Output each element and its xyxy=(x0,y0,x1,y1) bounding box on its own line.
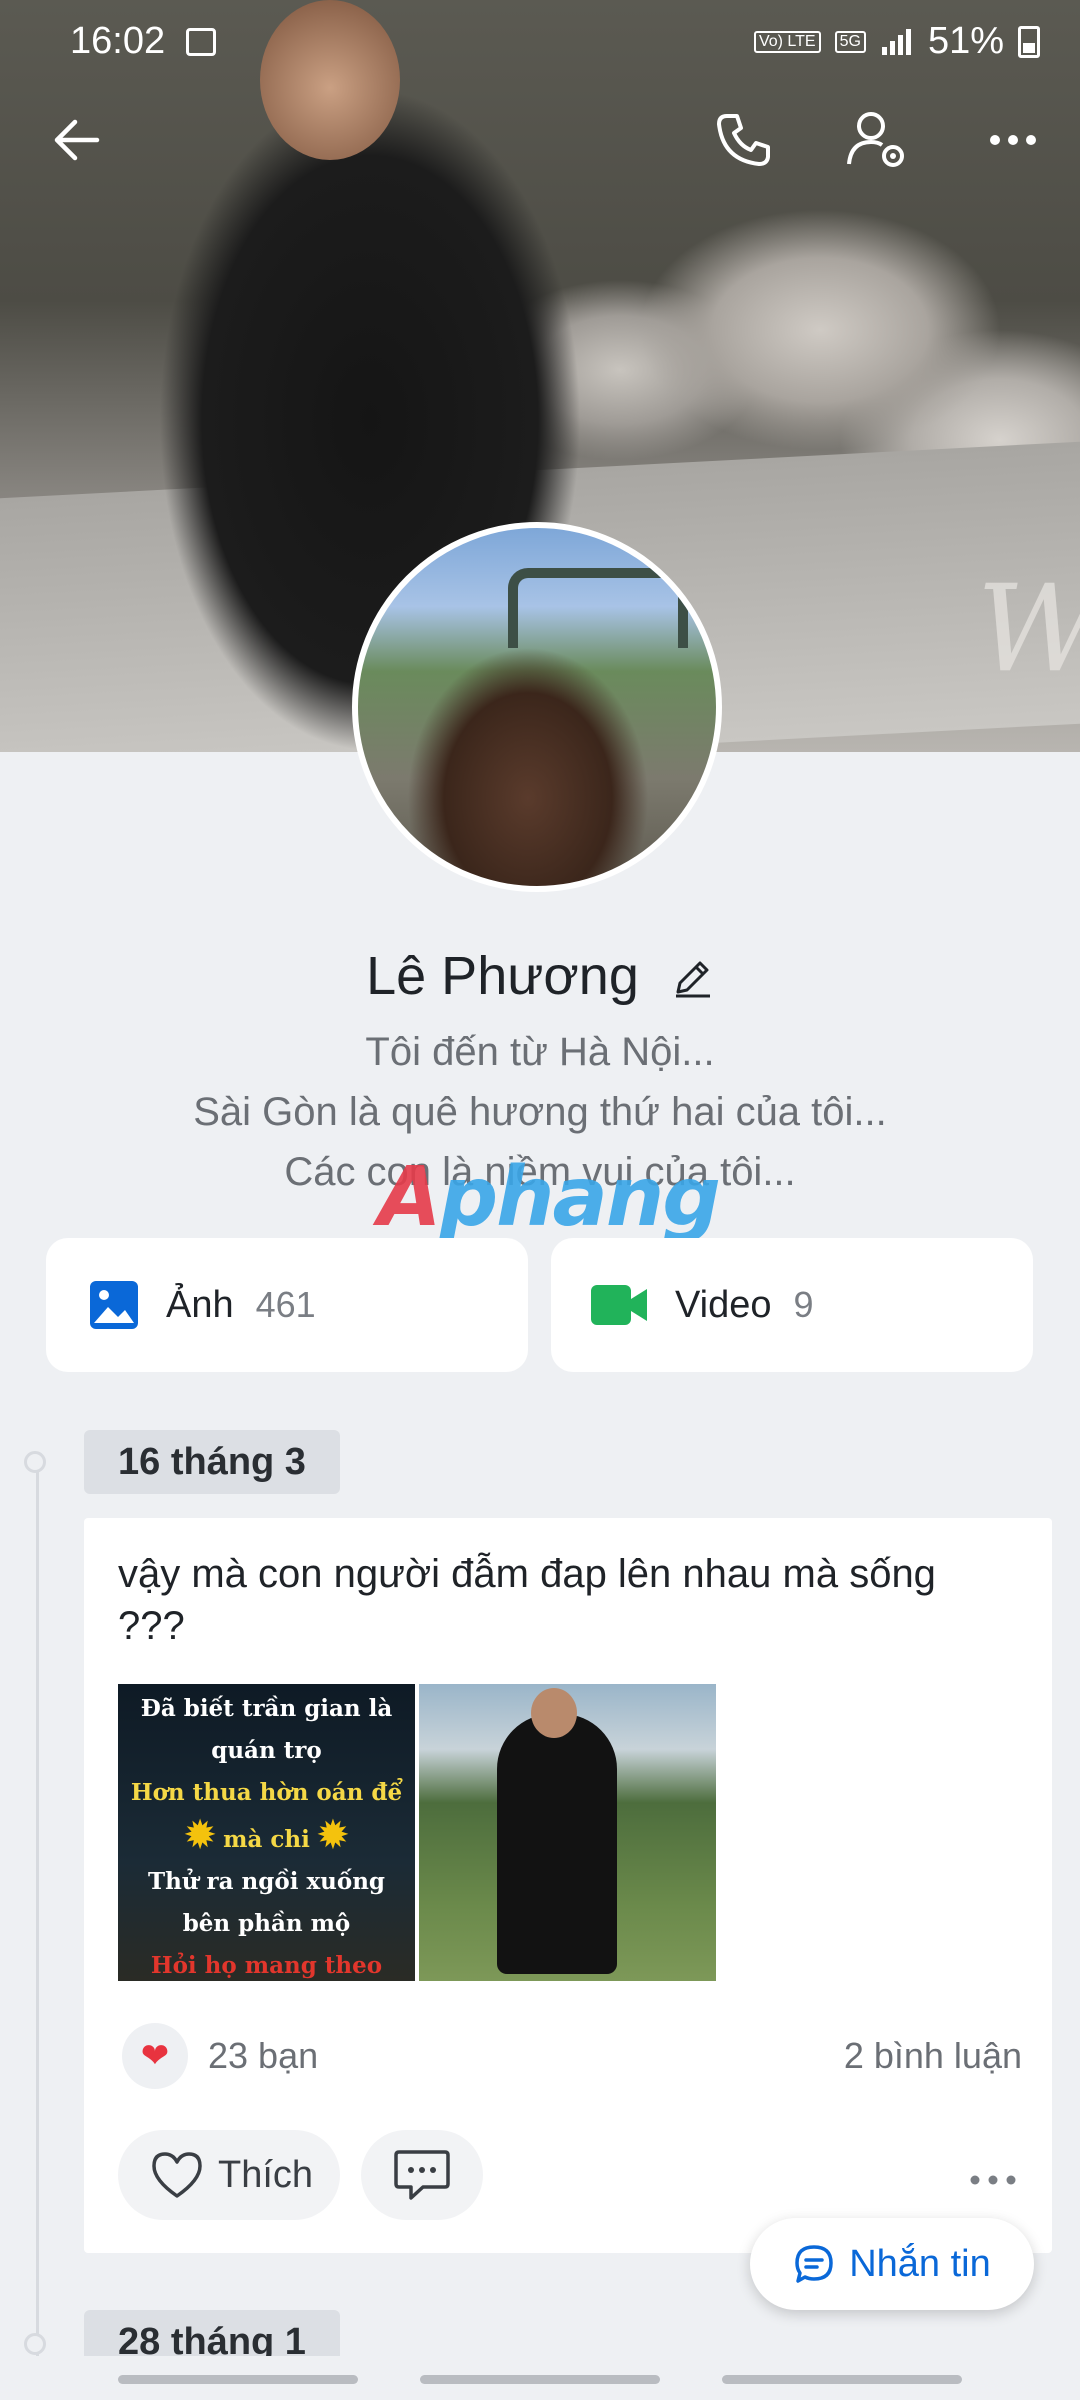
timeline-dot xyxy=(24,2333,46,2355)
back-button[interactable] xyxy=(42,105,112,175)
avatar-cart-shape xyxy=(508,568,688,648)
like-label: Thích xyxy=(218,2153,314,2196)
status-bar: 16:02 Vo) LTE 5G 51% xyxy=(0,0,1080,88)
quote-line: bên phần mộ xyxy=(182,1910,351,1937)
more-options-button[interactable] xyxy=(978,105,1048,175)
watermark-logo: Aphang xyxy=(378,1150,721,1245)
watermark-first: A xyxy=(378,1150,441,1245)
videos-count: 9 xyxy=(793,1284,814,1325)
profile-settings-button[interactable] xyxy=(842,105,912,175)
timeline-date-chip: 16 tháng 3 xyxy=(84,1430,340,1494)
profile-header-actions xyxy=(0,105,1080,185)
photos-button[interactable]: Ảnh 461 xyxy=(46,1238,528,1372)
quote-line: Thử ra ngồi xuống xyxy=(147,1868,386,1895)
battery-percent: 51% xyxy=(927,20,1004,62)
network-type-icon: 5G xyxy=(834,30,866,53)
video-camera-icon xyxy=(591,1285,647,1325)
quote-line: Hơn thua hờn oán để xyxy=(130,1779,403,1806)
status-time: 16:02 xyxy=(70,20,166,62)
image-icon xyxy=(90,1281,138,1329)
quote-line: Đã biết trần gian là xyxy=(140,1695,393,1722)
bio-line: Tôi đến từ Hà Nội... xyxy=(365,1030,715,1074)
more-horizontal-icon xyxy=(970,2175,1016,2185)
post-more-button[interactable] xyxy=(968,2158,1018,2188)
nav-back-handle[interactable] xyxy=(722,2375,962,2384)
user-settings-icon xyxy=(847,112,904,167)
send-message-button[interactable]: Nhắn tin xyxy=(750,2218,1034,2310)
system-navigation-bar xyxy=(0,2356,1080,2400)
post-image-quote[interactable]: Đã biết trần gian là quán trọ Hơn thua h… xyxy=(118,1684,415,1981)
photo-figure-head xyxy=(531,1688,577,1738)
comment-button[interactable] xyxy=(361,2130,483,2220)
signal-icon xyxy=(881,28,911,55)
comment-icon xyxy=(394,2150,450,2200)
chat-bubble-icon xyxy=(795,2245,833,2283)
heart-outline-icon xyxy=(152,2152,202,2198)
photos-label: Ảnh xyxy=(166,1283,234,1326)
profile-name: Lê Phương xyxy=(366,946,639,1006)
send-message-label: Nhắn tin xyxy=(849,2242,991,2285)
like-button[interactable]: Thích xyxy=(118,2130,340,2220)
phone-icon xyxy=(717,114,770,166)
quote-line-with-suns: ✹ mà chi ✹ xyxy=(118,1814,415,1861)
reaction-summary[interactable]: ❤ 23 bạn 2 bình luận xyxy=(122,2023,1022,2093)
post-image-photo[interactable] xyxy=(419,1684,716,1981)
more-icon xyxy=(990,135,1036,145)
post-text: vậy mà con người đẫm đap lên nhau mà sốn… xyxy=(118,1552,936,1648)
quote-line: Hỏi họ mang theo xyxy=(150,1952,383,1979)
sun-icon: ✹ xyxy=(184,1814,216,1856)
watermark-rest: phang xyxy=(439,1150,720,1245)
gallery-notification-icon xyxy=(186,28,216,56)
photos-count: 461 xyxy=(255,1284,316,1325)
profile-avatar[interactable] xyxy=(352,522,722,892)
pencil-icon xyxy=(675,961,710,998)
bio-line: Sài Gòn là quê hương thứ hai của tôi... xyxy=(193,1090,887,1134)
videos-button[interactable]: Video 9 xyxy=(551,1238,1033,1372)
timeline-line xyxy=(36,1462,39,2362)
quote-line: mà chi xyxy=(223,1826,310,1853)
cover-sign-decoration: W xyxy=(977,560,1080,699)
profile-name-row: Lê Phương xyxy=(0,945,1080,1011)
heart-reaction-icon: ❤ xyxy=(122,2023,188,2089)
battery-icon xyxy=(1018,25,1040,58)
status-indicators: Vo) LTE 5G 51% xyxy=(753,20,1040,63)
videos-label: Video xyxy=(675,1283,772,1326)
nav-home-handle[interactable] xyxy=(420,2375,660,2384)
call-button[interactable] xyxy=(708,105,778,175)
quote-line: quán trọ xyxy=(211,1737,322,1764)
timeline-dot xyxy=(24,1451,46,1473)
back-arrow-icon xyxy=(54,119,100,161)
volte-icon: Vo) LTE xyxy=(753,30,821,53)
sun-icon: ✹ xyxy=(317,1814,349,1856)
comment-count[interactable]: 2 bình luận xyxy=(844,2035,1022,2077)
nav-recents-handle[interactable] xyxy=(118,2375,358,2384)
edit-name-button[interactable] xyxy=(672,949,714,1011)
reaction-count: 23 bạn xyxy=(208,2035,319,2076)
photo-figure xyxy=(497,1714,617,1974)
post-card[interactable]: vậy mà con người đẫm đap lên nhau mà sốn… xyxy=(84,1518,1052,2253)
